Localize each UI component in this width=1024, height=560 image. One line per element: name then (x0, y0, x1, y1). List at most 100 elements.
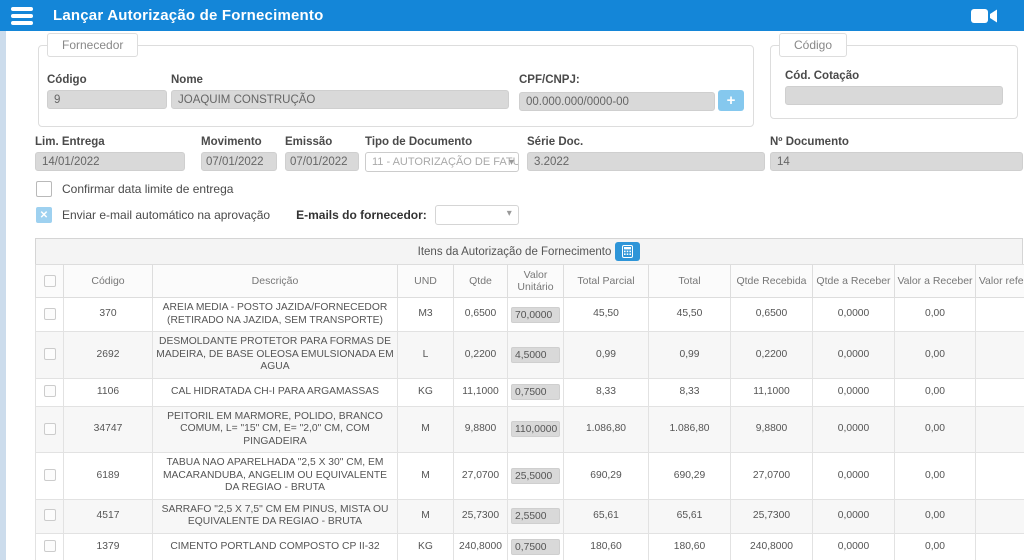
table-row: 6189 TABUA NAO APARELHADA "2,5 X 30" CM, … (35, 452, 1024, 500)
hamburger-menu-icon[interactable] (11, 6, 33, 25)
page-title: Lançar Autorização de Fornecimento (53, 7, 324, 24)
row-select-cell (35, 532, 64, 560)
valor-unitario-input[interactable]: 25,5000 (511, 467, 560, 484)
table-row: 2692 DESMOLDANTE PROTETOR PARA FORMAS DE … (35, 331, 1024, 379)
cell-qtde-a-receber: 0,0000 (812, 377, 895, 407)
row-select-cell (35, 377, 64, 407)
add-supplier-button[interactable]: + (718, 90, 744, 111)
cell-qtde-recebida: 25,7300 (730, 498, 813, 534)
tipo-documento-select[interactable]: 11 - AUTORIZAÇÃO DE FATURAM ▾ (365, 152, 519, 172)
serie-doc-input[interactable]: 3.2022 (527, 152, 765, 171)
cell-descricao: CIMENTO PORTLAND COMPOSTO CP II-32 (152, 532, 398, 560)
fornecedor-nome-field: Nome JOAQUIM CONSTRUÇÃO (171, 74, 509, 109)
column-header: Valor Unitário (507, 264, 564, 298)
valor-unitario-input[interactable]: 2,5500 (511, 508, 560, 524)
cell-valor-a-receber: 0,00 (894, 405, 976, 453)
row-checkbox[interactable] (43, 307, 56, 320)
supplier-emails-label: E-mails do fornecedor: (296, 208, 427, 222)
lim-entrega-field: Lim. Entrega 14/01/2022 (35, 136, 185, 172)
cpf-cnpj-input[interactable]: 00.000.000/0000-00 (519, 92, 715, 111)
items-table-title: Itens da Autorização de Fornecimento (417, 245, 612, 258)
supplier-emails-select[interactable]: ▾ (434, 205, 519, 225)
cell-valor-unitario: 110,0000 (507, 405, 564, 453)
cell-codigo: 1106 (63, 377, 153, 407)
cell-valor-a-receber: 0,00 (894, 377, 976, 407)
emissao-input[interactable]: 07/01/2022 (285, 152, 359, 171)
lim-entrega-input[interactable]: 14/01/2022 (35, 152, 185, 171)
fornecedor-nome-input[interactable]: JOAQUIM CONSTRUÇÃO (171, 90, 509, 109)
cell-descricao: TABUA NAO APARELHADA "2,5 X 30" CM, EM M… (152, 452, 398, 500)
cell-valor-referencia (975, 532, 1024, 560)
emissao-field: Emissão 07/01/2022 (285, 136, 359, 172)
select-all-header-cell (35, 264, 64, 298)
row-checkbox[interactable] (43, 509, 56, 522)
cell-valor-a-receber: 0,00 (894, 498, 976, 534)
cell-valor-referencia (975, 377, 1024, 407)
row-checkbox[interactable] (43, 422, 56, 435)
valor-unitario-input[interactable]: 110,0000 (511, 421, 560, 438)
confirm-delivery-row: Confirmar data limite de entrega (36, 181, 233, 197)
valor-unitario-input[interactable]: 70,0000 (511, 306, 560, 323)
cell-und: KG (397, 377, 454, 407)
cell-codigo: 2692 (63, 331, 153, 379)
table-row: 34747 PEITORIL EM MARMORE, POLIDO, BRANCO… (35, 405, 1024, 453)
row-select-cell (35, 297, 64, 332)
cell-total: 0,99 (648, 331, 731, 379)
column-header: Código (63, 264, 153, 298)
cell-total-parcial: 1.086,80 (563, 405, 649, 453)
cod-cotacao-input[interactable] (785, 86, 1003, 105)
n-documento-input[interactable]: 14 (770, 152, 1023, 171)
document-fields-row: Lim. Entrega 14/01/2022 Movimento 07/01/… (35, 136, 1023, 172)
movimento-field: Movimento 07/01/2022 (201, 136, 277, 172)
calculator-button[interactable] (615, 242, 641, 261)
cell-qtde: 240,8000 (453, 532, 508, 560)
cell-valor-referencia (975, 405, 1024, 453)
row-checkbox[interactable] (43, 540, 56, 553)
table-row: 4517 SARRAFO "2,5 X 7,5" CM EM PINUS, MIS… (35, 498, 1024, 534)
cell-descricao: CAL HIDRATADA CH-I PARA ARGAMASSAS (152, 377, 398, 407)
fornecedor-codigo-field: Código 9 (47, 74, 167, 109)
fornecedor-codigo-input[interactable]: 9 (47, 90, 167, 109)
column-header: Descrição (152, 264, 398, 298)
cell-qtde-recebida: 0,6500 (730, 297, 813, 332)
cell-valor-unitario: 4,5000 (507, 331, 564, 379)
movimento-input[interactable]: 07/01/2022 (201, 152, 277, 171)
valor-unitario-input[interactable]: 0,7500 (511, 539, 560, 555)
cell-qtde-recebida: 240,8000 (730, 532, 813, 560)
cell-valor-a-receber: 0,00 (894, 331, 976, 379)
auto-email-checkbox[interactable]: ✕ (36, 207, 52, 223)
row-checkbox[interactable] (43, 385, 56, 398)
app-window: Lançar Autorização de Fornecimento Forne… (0, 0, 1024, 560)
cell-valor-unitario: 2,5500 (507, 498, 564, 534)
cell-valor-unitario: 0,7500 (507, 377, 564, 407)
column-header: Valor a Receber (894, 264, 976, 298)
cell-und: M (397, 498, 454, 534)
cell-total-parcial: 690,29 (563, 452, 649, 500)
cell-qtde: 9,8800 (453, 405, 508, 453)
cell-total: 690,29 (648, 452, 731, 500)
cell-und: L (397, 331, 454, 379)
row-checkbox[interactable] (43, 469, 56, 482)
cell-codigo: 4517 (63, 498, 153, 534)
cod-cotacao-label: Cód. Cotação (785, 70, 860, 82)
cell-qtde: 0,6500 (453, 297, 508, 332)
column-header: UND (397, 264, 454, 298)
auto-email-label: Enviar e-mail automático na aprovação (62, 208, 271, 222)
row-checkbox[interactable] (43, 348, 56, 361)
items-table-body: 370 AREIA MEDIA - POSTO JAZIDA/FORNECEDOR… (35, 297, 1024, 560)
fornecedor-nome-label: Nome (171, 74, 203, 86)
video-camera-icon[interactable] (971, 8, 998, 24)
valor-unitario-input[interactable]: 4,5000 (511, 346, 560, 363)
cell-valor-referencia (975, 331, 1024, 379)
cell-qtde-a-receber: 0,0000 (812, 331, 895, 379)
cell-codigo: 370 (63, 297, 153, 332)
cell-qtde-recebida: 27,0700 (730, 452, 813, 500)
confirm-delivery-checkbox[interactable] (36, 181, 52, 197)
valor-unitario-input[interactable]: 0,7500 (511, 384, 560, 400)
main-content: Fornecedor Código 9 Nome JOAQUIM CONSTRU… (6, 31, 1024, 560)
cell-valor-unitario: 0,7500 (507, 532, 564, 560)
cell-total: 8,33 (648, 377, 731, 407)
select-all-checkbox[interactable] (43, 275, 56, 288)
serie-doc-field: Série Doc. 3.2022 (527, 136, 765, 172)
cell-qtde-a-receber: 0,0000 (812, 498, 895, 534)
